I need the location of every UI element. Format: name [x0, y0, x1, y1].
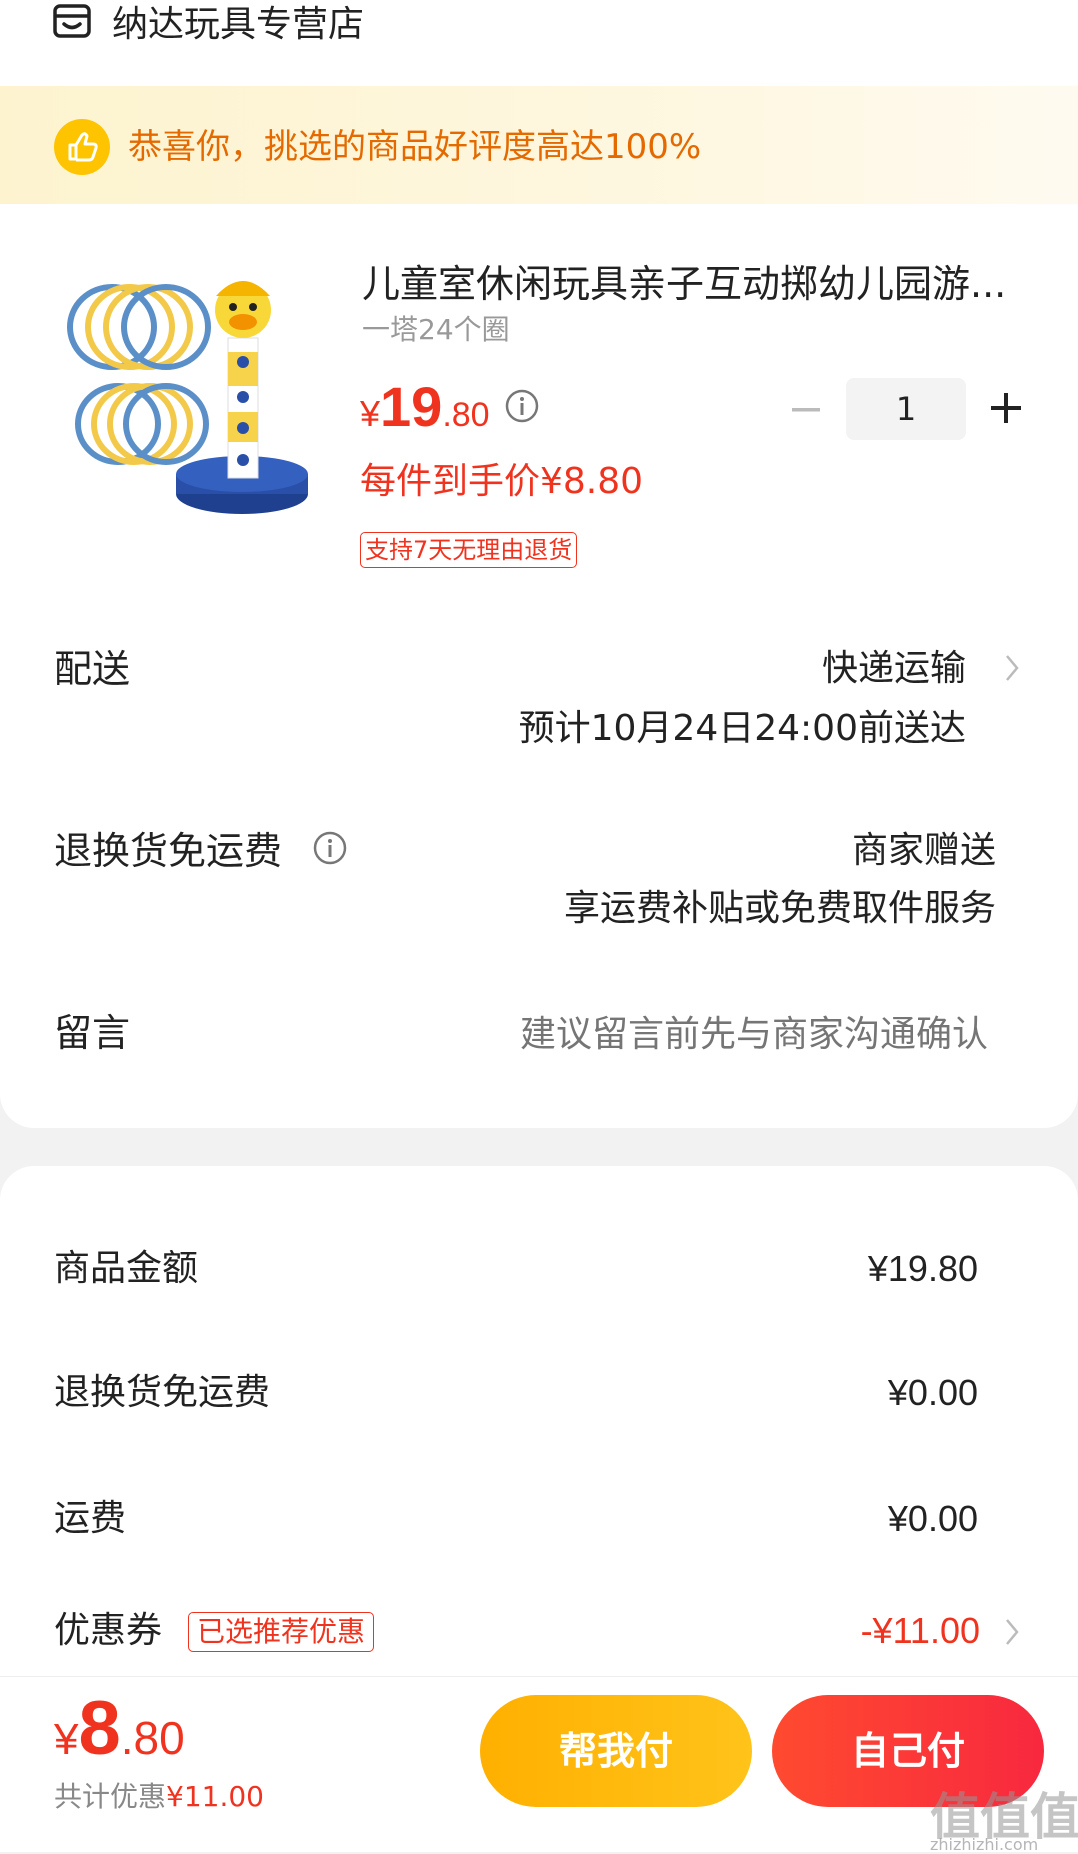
message-input[interactable]: [426, 1008, 990, 1060]
saving-amount: ¥11.00: [166, 1780, 264, 1813]
return-shipping-provider: 商家赠送: [851, 830, 996, 871]
shipping-fee-value: ¥0.00: [887, 1498, 978, 1539]
product-price: ¥19.80: [360, 374, 490, 439]
store-header: 纳达玩具专营店: [0, 0, 1078, 86]
coupon-label: 优惠券: [54, 1610, 163, 1651]
info-icon[interactable]: [312, 830, 348, 866]
total-saving: 共计优惠¥11.00: [54, 1777, 264, 1817]
shipping-fee-label: 运费: [54, 1498, 127, 1539]
total-decimal: .80: [120, 1712, 185, 1764]
checkout-bar: ¥8.80 共计优惠¥11.00 帮我付 自己付 值值值 zhizhizhi.c…: [0, 1676, 1078, 1854]
minus-icon[interactable]: [790, 390, 822, 430]
unit-price: 每件到手价¥8.80: [360, 461, 644, 502]
delivery-label: 配送: [54, 647, 131, 691]
product-sku[interactable]: 一塔24个圈: [362, 310, 510, 350]
chevron-right-icon[interactable]: [1002, 1614, 1022, 1650]
help-pay-button[interactable]: 帮我付: [480, 1695, 752, 1807]
info-icon[interactable]: [504, 388, 540, 424]
saving-label: 共计优惠: [54, 1780, 167, 1813]
coupon-badge[interactable]: 已选推荐优惠: [188, 1612, 375, 1652]
product-title[interactable]: 儿童室休闲玩具亲子互动掷幼儿园游...: [362, 256, 1022, 312]
goods-amount-value: ¥19.80: [867, 1248, 978, 1289]
goods-amount-label: 商品金额: [54, 1248, 199, 1289]
message-label: 留言: [54, 1011, 131, 1055]
return-fee-label: 退换货免运费: [54, 1372, 271, 1413]
total-integer: 8: [78, 1686, 121, 1771]
quantity-stepper[interactable]: 1: [846, 378, 966, 440]
plus-icon[interactable]: [988, 388, 1024, 428]
coupon-value[interactable]: -¥11.00: [861, 1606, 980, 1656]
rating-banner: 恭喜你，挑选的商品好评度高达100%: [0, 86, 1078, 204]
price-summary-card: 商品金额 ¥19.80 退换货免运费 ¥0.00 运费 ¥0.00 优惠券 已选…: [0, 1166, 1078, 1706]
price-decimal: .80: [442, 396, 490, 434]
return-policy-badge: 支持7天无理由退货: [360, 532, 578, 568]
store-name[interactable]: 纳达玩具专营店: [112, 0, 364, 50]
watermark-url: zhizhizhi.com: [930, 1835, 1039, 1854]
store-icon: [53, 4, 91, 38]
rating-text: 恭喜你，挑选的商品好评度高达100%: [128, 127, 702, 167]
price-currency: ¥: [360, 393, 381, 434]
product-image[interactable]: [52, 252, 328, 528]
delivery-method[interactable]: 快递运输: [822, 644, 966, 694]
return-shipping-desc: 享运费补贴或免费取件服务: [563, 888, 996, 929]
delivery-eta: 预计10月24日24:00前送达: [518, 708, 966, 749]
chevron-right-icon[interactable]: [1002, 650, 1022, 686]
thumbs-up-icon: [54, 119, 110, 175]
price-integer: 19: [380, 375, 443, 438]
order-card: 儿童室休闲玩具亲子互动掷幼儿园游... 一塔24个圈 ¥19.80 1 每件到手…: [0, 204, 1078, 1128]
total-price: ¥8.80: [54, 1685, 185, 1772]
return-shipping-label: 退换货免运费: [54, 829, 283, 873]
return-fee-value: ¥0.00: [887, 1372, 978, 1413]
total-currency: ¥: [54, 1715, 79, 1764]
